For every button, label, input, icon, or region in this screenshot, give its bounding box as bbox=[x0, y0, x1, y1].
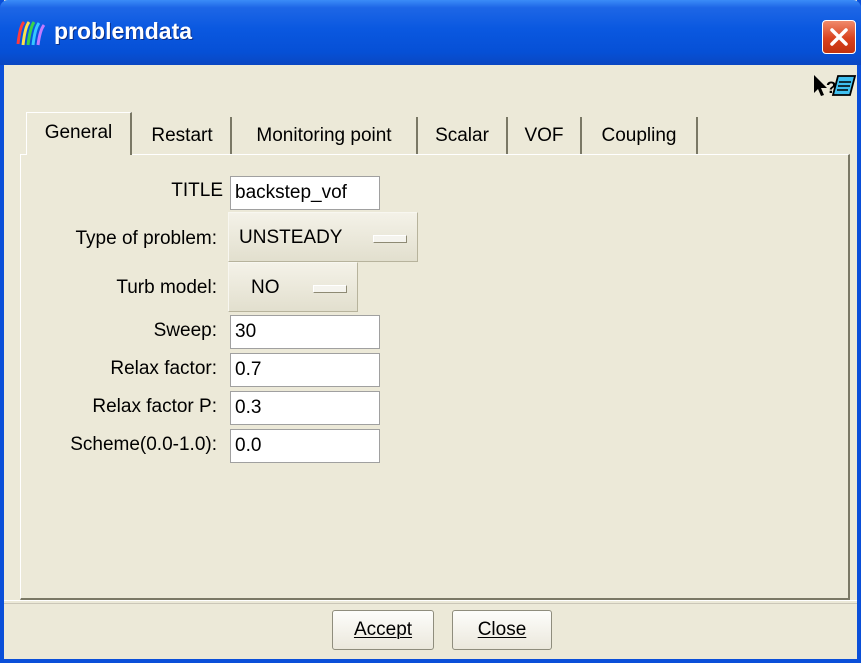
turb-model-value: NO bbox=[251, 277, 280, 298]
tab-label: Restart bbox=[151, 125, 213, 146]
menu-indicator-icon bbox=[313, 285, 347, 293]
turb-model-label: Turb model: bbox=[116, 277, 217, 298]
tab-general[interactable]: General bbox=[26, 112, 132, 155]
close-icon bbox=[830, 28, 848, 46]
relax-factor-label: Relax factor: bbox=[110, 358, 217, 379]
tab-coupling[interactable]: Coupling bbox=[582, 117, 698, 154]
help-toolbar: ? bbox=[4, 65, 857, 105]
tab-label: Monitoring point bbox=[256, 125, 392, 146]
type-of-problem-label: Type of problem: bbox=[75, 228, 217, 249]
relax-factor-p-label: Relax factor P: bbox=[92, 396, 217, 417]
menu-indicator-icon bbox=[373, 235, 407, 243]
turb-model-menubutton[interactable]: NO bbox=[228, 262, 358, 312]
tab-restart[interactable]: Restart bbox=[134, 117, 232, 154]
relax-factor-p-field[interactable] bbox=[230, 391, 380, 425]
close-button-label: Close bbox=[477, 619, 527, 640]
bottom-divider bbox=[4, 600, 857, 604]
problemdata-window: problemdata ? General Restart Monitoring… bbox=[0, 0, 861, 663]
close-button[interactable]: Close bbox=[452, 610, 552, 650]
app-icon bbox=[14, 16, 48, 50]
tab-label: Scalar bbox=[435, 125, 489, 146]
window-title: problemdata bbox=[54, 18, 193, 44]
type-of-problem-value: UNSTEADY bbox=[239, 227, 343, 248]
relax-factor-field[interactable] bbox=[230, 353, 380, 387]
tab-vof[interactable]: VOF bbox=[508, 117, 582, 154]
scheme-field[interactable] bbox=[230, 429, 380, 463]
accept-button-label: Accept bbox=[353, 619, 413, 640]
context-help-icon[interactable] bbox=[831, 74, 857, 98]
title-field[interactable] bbox=[230, 176, 380, 210]
scheme-label: Scheme(0.0-1.0): bbox=[70, 434, 217, 455]
accept-button[interactable]: Accept bbox=[332, 610, 434, 650]
tab-label: General bbox=[44, 122, 113, 143]
type-of-problem-menubutton[interactable]: UNSTEADY bbox=[228, 212, 418, 262]
sweep-label: Sweep: bbox=[153, 320, 217, 341]
tab-scalar[interactable]: Scalar bbox=[418, 117, 508, 154]
tab-label: Coupling bbox=[601, 125, 677, 146]
tab-label: VOF bbox=[524, 125, 564, 146]
title-label: TITLE bbox=[171, 180, 223, 201]
sweep-field[interactable] bbox=[230, 315, 380, 349]
close-window-button[interactable] bbox=[822, 20, 856, 54]
tab-monitoring-point[interactable]: Monitoring point bbox=[232, 117, 418, 154]
title-bar[interactable]: problemdata bbox=[0, 0, 861, 65]
